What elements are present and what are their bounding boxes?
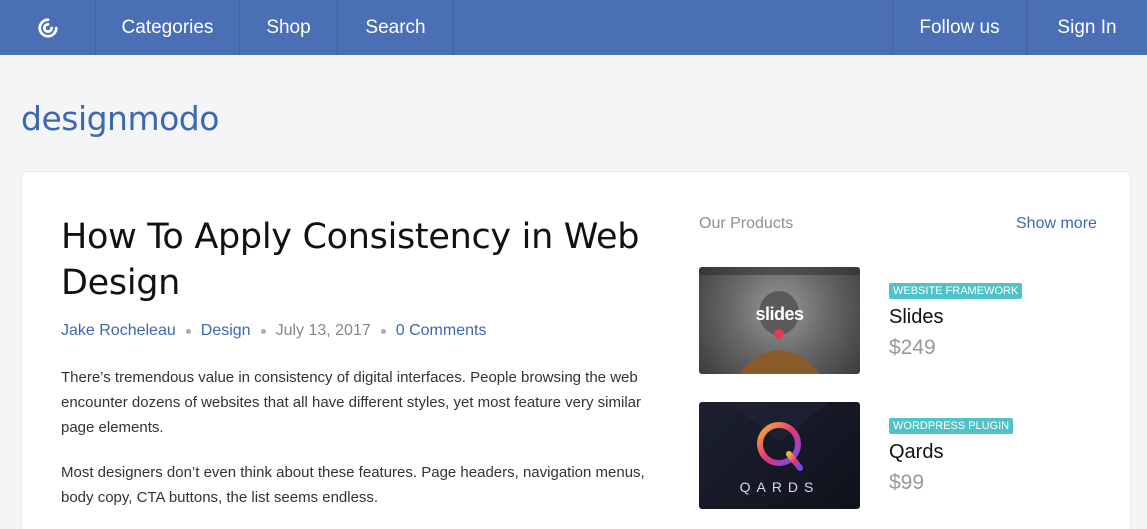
top-navigation: Categories Shop Search Follow us Sign In [0, 0, 1147, 55]
article-paragraph: Most designers don’t even think about th… [61, 464, 645, 506]
nav-signin-label: Sign In [1057, 16, 1117, 38]
nav-categories[interactable]: Categories [96, 0, 240, 55]
nav-search[interactable]: Search [338, 0, 454, 55]
article-paragraph: There’s tremendous value in consistency … [61, 369, 642, 436]
qards-thumb-text: QARDS [739, 479, 820, 495]
product-price: $99 [889, 471, 925, 494]
product-name[interactable]: Slides [889, 306, 943, 329]
product-badge: WEBSITE FRAMEWORK [889, 283, 1023, 299]
product-price: $249 [889, 336, 936, 359]
comments-link[interactable]: 0 Comments [396, 322, 487, 340]
article-card: How To Apply Consistency in Web Design J… [21, 171, 1131, 529]
nav-categories-label: Categories [121, 16, 214, 38]
meta-separator [260, 328, 266, 334]
nav-shop[interactable]: Shop [240, 0, 338, 55]
meta-separator [185, 328, 191, 334]
home-logo-button[interactable] [0, 0, 96, 55]
meta-separator [380, 328, 386, 334]
slides-thumb-text: slides [755, 304, 804, 324]
product-thumbnail-slides[interactable]: slides [699, 267, 860, 374]
article-title: How To Apply Consistency in Web Design [61, 217, 640, 303]
nav-follow-us[interactable]: Follow us [893, 0, 1027, 55]
category-link[interactable]: Design [201, 322, 251, 340]
brand-logo[interactable]: designmodo [21, 99, 219, 138]
nav-sign-in[interactable]: Sign In [1027, 0, 1147, 55]
author-link[interactable]: Jake Rocheleau [61, 322, 176, 340]
product-badge: WORDPRESS PLUGIN [889, 418, 1014, 434]
show-more-link[interactable]: Show more [1016, 215, 1097, 233]
publish-date: July 13, 2017 [275, 322, 371, 339]
nav-shop-label: Shop [266, 16, 311, 38]
product-name[interactable]: Qards [889, 441, 943, 464]
play-icon [774, 329, 784, 339]
article-meta: Jake Rocheleau Design July 13, 2017 0 Co… [61, 322, 486, 340]
product-thumbnail-qards[interactable]: QARDS [699, 402, 860, 509]
nav-follow-label: Follow us [919, 16, 1000, 38]
nav-search-label: Search [365, 16, 426, 38]
designmodo-swirl-icon [37, 17, 58, 38]
products-heading: Our Products [699, 215, 794, 232]
nav-spacer [454, 0, 893, 55]
